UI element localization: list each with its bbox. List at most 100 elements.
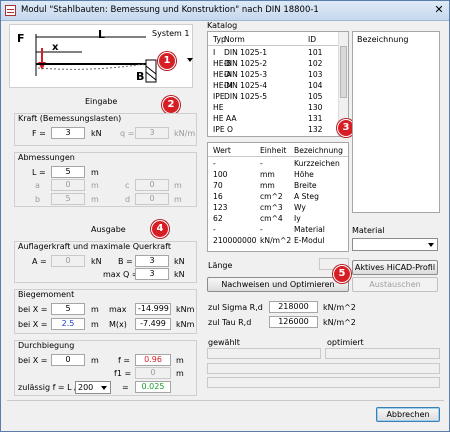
aktives-profil-button[interactable]: Aktives HiCAD-Profil [352,260,438,275]
length-l-input[interactable]: 5 [51,166,85,178]
chevron-down-icon [428,243,434,247]
f-out-label: f = [118,356,131,365]
a-unit: m [91,181,99,190]
katalog-row[interactable]: HE-A DIN 1025-3 103 [208,70,340,79]
max-unit: kNm [176,305,195,314]
katalog-list[interactable]: Typ Norm ID I DIN 1025-1 101 HE-B DIN 1025-2… [207,31,349,137]
werte-cell-wert: - [213,159,216,168]
werte-cell-einheit: - [260,225,263,234]
zul-deflection-output: 0.025 [135,381,171,393]
material-label: Material [352,226,385,235]
zul-ratio-select[interactable]: 200 [75,381,111,394]
dim-a-input[interactable]: 0 [51,179,85,191]
katalog-row[interactable]: I DIN 1025-1 101 [208,48,340,57]
werte-cell-einheit: cm^2 [260,192,283,201]
max-moment-output: -14.999 [135,303,171,315]
dim-b-input[interactable]: 5 [51,193,85,205]
werte-row[interactable]: 100 mm Höhe [208,170,348,179]
auflager-title: Auflagerkraft und maximale Querkraft [18,242,171,251]
col-norm: Norm [224,35,245,44]
footer-separator [7,400,444,401]
werte-row[interactable]: - - Material [208,225,348,234]
durchbiegung-title: Durchbiegung [18,341,75,350]
werte-row[interactable]: 62 cm^4 Iy [208,214,348,223]
c-label: c [125,181,130,190]
werte-cell-einheit: - [260,159,263,168]
katalog-cell-norm: DIN 1025-5 [224,92,268,101]
werte-cell-einheit: mm [260,181,275,190]
f-out-unit: m [176,356,184,365]
kraft-group: Kraft (Bemessungslasten) F = 3 kN q = 3 … [14,113,197,146]
durchbiegung-group: Durchbiegung bei X = 0 m f = 0.96 m f1 =… [14,340,197,396]
force-f-input[interactable]: 3 [51,127,85,139]
abmessungen-title: Abmessungen [18,153,75,162]
eingabe-title: Eingabe [85,97,118,106]
katalog-scroll-thumb[interactable] [340,46,347,98]
close-icon[interactable]: ✕ [432,3,446,17]
material-select[interactable] [352,238,438,251]
ausgabe-title: Ausgabe [91,225,126,234]
abbrechen-button[interactable]: Abbrechen [376,407,440,422]
katalog-cell-id: 130 [308,103,323,112]
dim-c-input[interactable]: 0 [135,179,169,191]
werte-header: Wert Einheit Bezeichnung [208,146,348,155]
werte-row[interactable]: - - Kurzzeichen [208,159,348,168]
werte-cell-wert: 123 [213,203,228,212]
austauschen-button[interactable]: Austauschen [352,277,438,292]
zul-label: zulässig f = L / [18,383,77,392]
katalog-cell-id: 103 [308,70,323,79]
moment-x2-input[interactable]: 2.5 [51,318,85,330]
katalog-row[interactable]: IPE DIN 1025-5 105 [208,92,340,101]
werte-row[interactable]: 16 cm^2 A Steg [208,192,348,201]
katalog-row[interactable]: HE 130 [208,103,340,112]
werte-cell-einheit: cm^4 [260,214,283,223]
support-b-output: 3 [135,255,169,267]
katalog-row[interactable]: HE-B DIN 1025-2 102 [208,59,340,68]
dim-d-input[interactable]: 0 [135,193,169,205]
support-a-output: 0 [51,255,85,267]
b-out-unit: kN [174,257,185,266]
bezeichnung-list[interactable]: Bezeichnung [352,31,440,213]
werte-cell-wert: - [213,225,216,234]
mx-label: M(x) [109,320,127,329]
d-label: d [125,195,131,204]
deflection-x-input[interactable]: 0 [51,354,85,366]
katalog-row[interactable]: HE AA 131 [208,114,340,123]
mx-unit: kNm [176,320,195,329]
badge-2: 2 [162,96,180,114]
maxq-unit: kN [174,270,185,279]
werte-cell-bezeichnung: Wy [294,203,306,212]
gewaehlt-label: gewählt [208,338,240,347]
katalog-cell-norm: DIN 1025-1 [224,48,268,57]
werte-row[interactable]: 70 mm Breite [208,181,348,190]
deflection-f-output: 0.96 [135,354,171,366]
katalog-cell-id: 131 [308,114,323,123]
dx-label: bei X = [18,356,48,365]
werte-row[interactable]: 210000000 kN/m^2 E-Modul [208,236,348,245]
katalog-row[interactable]: HE-M DIN 1025-4 104 [208,81,340,90]
force-label: F [17,32,25,45]
nachweisen-optimieren-button[interactable]: Nachweisen und Optimieren [207,277,349,292]
system-dropdown-arrow-icon[interactable] [187,58,193,62]
moment-x1-input[interactable]: 5 [51,303,85,315]
katalog-cell-id: 105 [308,92,323,101]
katalog-cell-typ: HE AA [213,114,237,123]
abmessungen-group: Abmessungen L = 5 m a 0 m c 0 m b 5 m d … [14,152,197,207]
werte-cell-bezeichnung: Kurzzeichen [294,159,340,168]
l-unit: m [91,168,99,177]
katalog-cell-norm: DIN 1025-3 [224,70,268,79]
q-label: q = [120,129,135,138]
werte-cell-einheit: kN/m^2 [260,236,292,245]
werte-table[interactable]: Wert Einheit Bezeichnung - - Kurzzeichen 10… [207,142,349,252]
katalog-header: Typ Norm ID [208,35,340,44]
q-unit: kN/m [174,129,196,138]
katalog-cell-id: 104 [308,81,323,90]
optimiert-label: optimiert [327,338,364,347]
load-q-input[interactable]: 3 [135,127,169,139]
support-b-label: B [136,70,144,83]
werte-row[interactable]: 123 cm^3 Wy [208,203,348,212]
laenge-label: Länge [208,261,233,270]
col-bezeichnung: Bezeichnung [294,146,343,155]
optimiert-field [325,348,440,359]
katalog-row[interactable]: IPE O 132 [208,125,340,134]
